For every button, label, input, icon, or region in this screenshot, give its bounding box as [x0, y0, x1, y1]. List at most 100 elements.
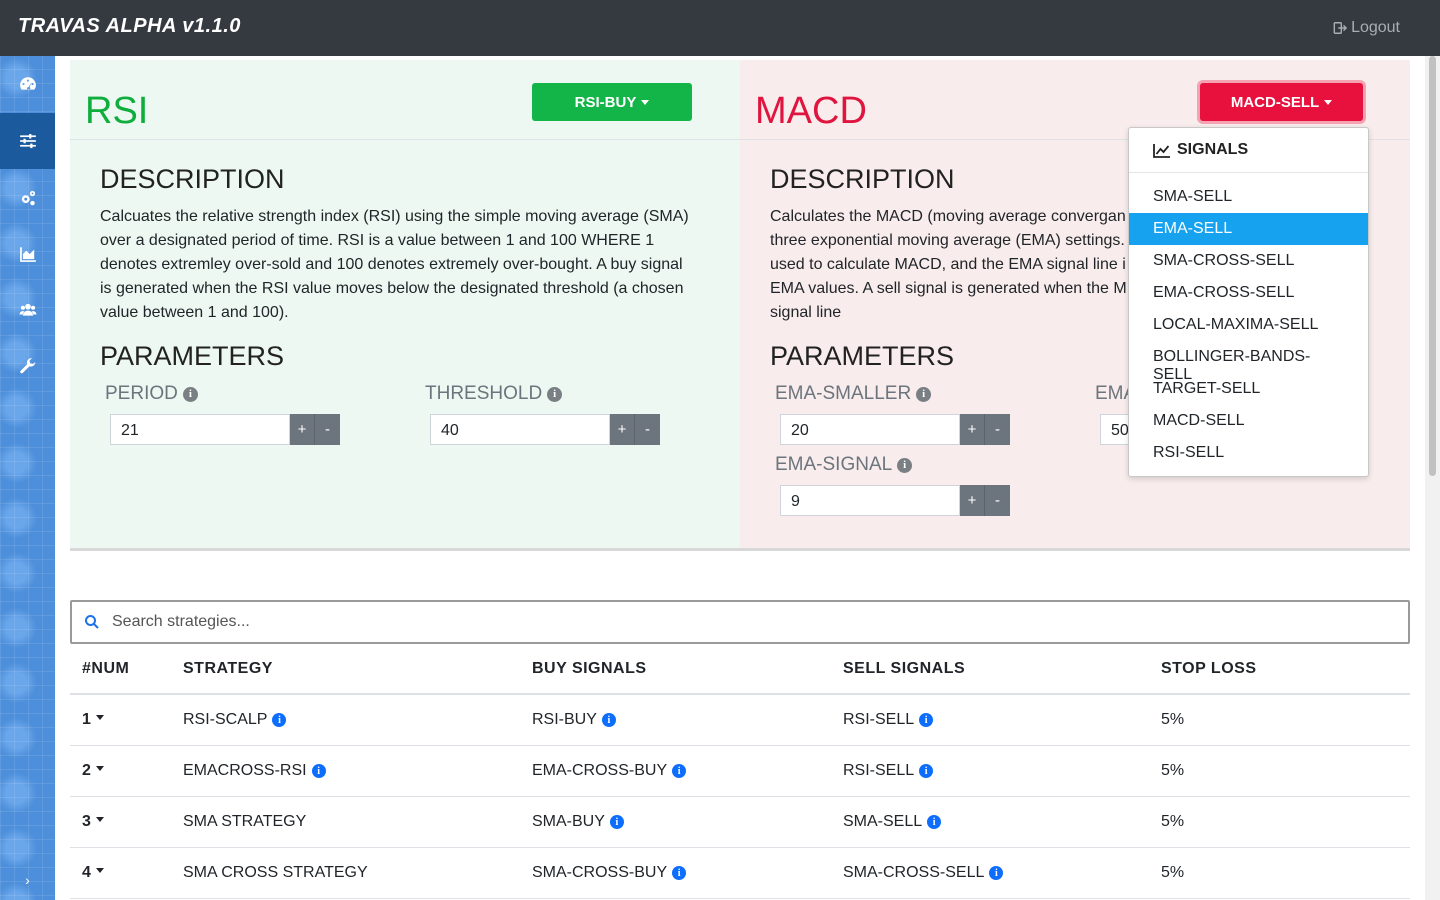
wrench-icon — [19, 358, 35, 374]
sell-signal-cell: RSI-SELL i — [843, 711, 934, 729]
info-icon[interactable]: i — [919, 713, 934, 727]
scrollbar-thumb[interactable] — [1429, 56, 1436, 476]
buy-signal: SMA-CROSS-BUY — [532, 864, 668, 881]
ema-signal-decrement-button[interactable]: - — [985, 485, 1010, 516]
page-scrollbar[interactable] — [1425, 56, 1440, 900]
macd-signal-dropdown-button[interactable]: MACD-SELL — [1200, 83, 1363, 121]
panel-divider — [70, 548, 1410, 551]
period-input[interactable]: 21 — [110, 414, 290, 445]
column-header-strategy[interactable]: STRATEGY — [183, 660, 273, 678]
stop-loss-cell: 5% — [1161, 711, 1185, 728]
column-header-buy-signals[interactable]: BUY SIGNALS — [532, 660, 647, 678]
macd-description-line: three exponential moving average (EMA) s… — [770, 232, 1125, 249]
row-number-toggle[interactable]: 2 — [82, 762, 104, 780]
dropdown-item[interactable]: RSI-SELL — [1129, 437, 1368, 469]
info-icon[interactable]: i — [311, 764, 326, 778]
info-icon[interactable]: i — [989, 866, 1004, 880]
param-label-text: PERIOD — [105, 383, 178, 404]
param-label-threshold: THRESHOLD i — [425, 383, 563, 405]
info-icon[interactable]: i — [672, 866, 687, 880]
column-header-stop-loss[interactable]: STOP LOSS — [1161, 660, 1257, 678]
ema-signal-input[interactable]: 9 — [780, 485, 960, 516]
rsi-description-line: is generated when the RSI value moves be… — [100, 280, 684, 297]
sidebar-item-charts[interactable] — [0, 226, 55, 282]
threshold-input[interactable]: 40 — [430, 414, 610, 445]
dropdown-item-active[interactable]: EMA-SELL — [1129, 213, 1368, 245]
param-label-ema-smaller: EMA-SMALLER i — [775, 383, 932, 405]
dropdown-item[interactable]: EMA-CROSS-SELL — [1129, 277, 1368, 309]
info-icon[interactable]: i — [897, 457, 913, 473]
param-label-text: EMA-SMALLER — [775, 383, 912, 404]
rsi-panel-header: RSI RSI-BUY — [70, 60, 740, 140]
caret-down-icon — [641, 99, 650, 105]
rsi-signal-dropdown-button[interactable]: RSI-BUY — [532, 83, 692, 121]
info-icon[interactable]: i — [272, 713, 287, 727]
ema-smaller-stepper: 20 + - — [780, 414, 1010, 445]
strategy-name: RSI-SCALP — [183, 711, 268, 728]
info-icon[interactable]: i — [182, 386, 198, 402]
rsi-description-heading: DESCRIPTION — [100, 164, 285, 194]
ema-smaller-decrement-button[interactable]: - — [985, 414, 1010, 445]
row-number-toggle[interactable]: 1 — [82, 711, 104, 729]
buy-signal: EMA-CROSS-BUY — [532, 762, 668, 779]
sidebar-item-settings[interactable] — [0, 170, 55, 226]
row-number-toggle[interactable]: 4 — [82, 864, 104, 882]
buy-signal: SMA-BUY — [532, 813, 605, 830]
param-label-ema-signal: EMA-SIGNAL i — [775, 454, 913, 476]
buy-signal-cell: SMA-BUY i — [532, 813, 624, 831]
info-icon[interactable]: i — [672, 764, 687, 778]
dropdown-divider — [1129, 172, 1368, 173]
rsi-title: RSI — [85, 90, 149, 132]
buy-signal: RSI-BUY — [532, 711, 597, 728]
app-title: TRAVAS ALPHA v1.1.0 — [18, 15, 241, 37]
macd-description: Calculates the MACD (moving average conv… — [770, 205, 1150, 325]
dropdown-item[interactable]: BOLLINGER-BANDS-SELL — [1129, 341, 1368, 383]
sell-signal: RSI-SELL — [843, 711, 915, 728]
info-icon[interactable]: i — [919, 764, 934, 778]
rsi-description-line: value between 1 and 100). — [100, 304, 289, 321]
dropdown-item[interactable]: MACD-SELL — [1129, 405, 1368, 437]
sign-out-icon — [1333, 22, 1348, 34]
macd-description-line: EMA values. A sell signal is generated w… — [770, 280, 1127, 297]
sidebar-item-strategies[interactable] — [0, 113, 55, 169]
info-icon[interactable]: i — [916, 386, 932, 402]
row-number-toggle[interactable]: 3 — [82, 813, 104, 831]
column-header-sell-signals[interactable]: SELL SIGNALS — [843, 660, 965, 678]
ema-smaller-increment-button[interactable]: + — [960, 414, 985, 445]
info-icon[interactable]: i — [601, 713, 616, 727]
threshold-decrement-button[interactable]: - — [635, 414, 660, 445]
dropdown-item[interactable]: SMA-SELL — [1129, 181, 1368, 213]
info-icon[interactable]: i — [927, 815, 942, 829]
threshold-increment-button[interactable]: + — [610, 414, 635, 445]
stop-loss-cell: 5% — [1161, 762, 1185, 779]
dropdown-item[interactable]: TARGET-SELL — [1129, 373, 1368, 405]
ema-smaller-input[interactable]: 20 — [780, 414, 960, 445]
table-row: 4 SMA CROSS STRATEGY SMA-CROSS-BUY i SMA-… — [70, 848, 1410, 899]
logout-button[interactable]: Logout — [1333, 19, 1400, 37]
rsi-description-line: denotes extremley over-sold and 100 deno… — [100, 256, 683, 273]
search-input[interactable] — [112, 610, 1392, 634]
table-header: #NUM STRATEGY BUY SIGNALS SELL SIGNALS S… — [70, 645, 1410, 695]
top-navbar: TRAVAS ALPHA v1.1.0 Logout — [0, 0, 1440, 56]
table-row: 2 EMACROSS-RSI i EMA-CROSS-BUY i RSI-SELL i… — [70, 746, 1410, 797]
logout-label: Logout — [1351, 19, 1400, 36]
sidebar-item-users[interactable] — [0, 282, 55, 338]
info-icon[interactable]: i — [609, 815, 624, 829]
info-icon[interactable]: i — [547, 386, 563, 402]
sidebar-item-tools[interactable] — [0, 338, 55, 394]
ema-signal-increment-button[interactable]: + — [960, 485, 985, 516]
dropdown-item[interactable]: LOCAL-MAXIMA-SELL — [1129, 309, 1368, 341]
stop-loss-cell: 5% — [1161, 813, 1185, 830]
period-increment-button[interactable]: + — [290, 414, 315, 445]
caret-down-icon — [95, 816, 104, 822]
sidebar-toggle[interactable]: › — [0, 872, 55, 888]
sidebar-item-dashboard[interactable] — [0, 56, 55, 112]
macd-description-line: Calculates the MACD (moving average conv… — [770, 208, 1126, 225]
buy-signal-cell: SMA-CROSS-BUY i — [532, 864, 687, 882]
period-decrement-button[interactable]: - — [315, 414, 340, 445]
column-header-num[interactable]: #NUM — [82, 660, 129, 678]
buy-signal-cell: RSI-BUY i — [532, 711, 616, 729]
strategy-name: SMA CROSS STRATEGY — [183, 864, 368, 881]
dropdown-item[interactable]: SMA-CROSS-SELL — [1129, 245, 1368, 277]
param-label-text: EMA-SIGNAL — [775, 454, 893, 475]
